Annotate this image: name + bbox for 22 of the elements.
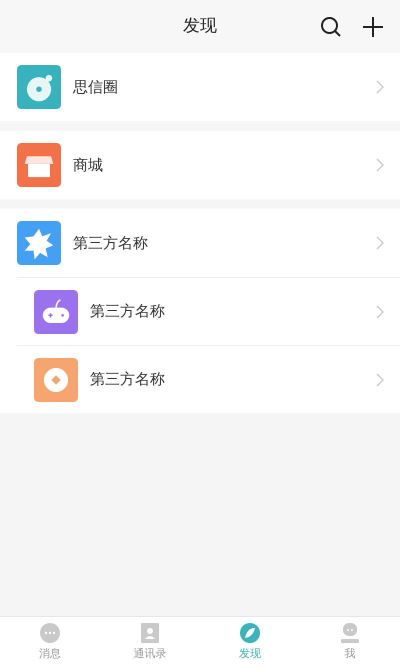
chat-bubble-icon bbox=[39, 622, 61, 644]
list-item[interactable]: 思信圈 bbox=[0, 53, 400, 121]
page-title: 发现 bbox=[183, 14, 217, 38]
chevron-right-icon bbox=[376, 158, 384, 172]
chevron-right-icon bbox=[376, 80, 384, 94]
item-label: 商城 bbox=[73, 154, 104, 176]
chevron-right-icon bbox=[376, 236, 384, 250]
list-item[interactable]: 第三方名称 bbox=[17, 345, 400, 413]
list-item[interactable]: 第三方名称 bbox=[0, 209, 400, 277]
search-icon[interactable] bbox=[320, 16, 342, 38]
contacts-book-icon bbox=[140, 622, 160, 644]
item-label: 思信圈 bbox=[73, 76, 119, 98]
list-item[interactable]: 第三方名称 bbox=[17, 277, 400, 345]
item-label: 第三方名称 bbox=[73, 232, 149, 254]
item-label: 第三方名称 bbox=[90, 301, 166, 322]
person-icon bbox=[340, 622, 360, 644]
chevron-right-icon bbox=[376, 372, 384, 386]
item-label: 第三方名称 bbox=[90, 369, 166, 390]
list-item[interactable]: 商城 bbox=[0, 131, 400, 199]
compass-icon bbox=[239, 622, 261, 644]
chevron-right-icon bbox=[376, 304, 384, 318]
add-icon[interactable] bbox=[362, 16, 384, 38]
